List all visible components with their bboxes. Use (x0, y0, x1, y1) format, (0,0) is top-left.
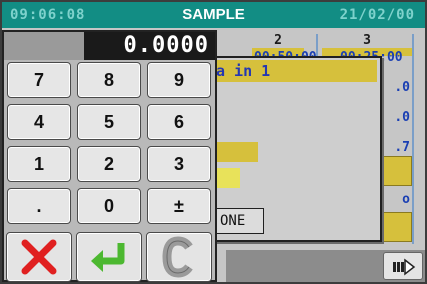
key-8[interactable]: 8 (77, 62, 141, 98)
popup-title: a in 1 (212, 60, 377, 82)
key-3[interactable]: 3 (147, 146, 211, 182)
key-0[interactable]: 0 (77, 188, 141, 224)
header-date: 21/02/00 (339, 7, 415, 23)
key-decimal[interactable]: . (7, 188, 71, 224)
table-row[interactable] (380, 212, 412, 242)
display-value: 0.0000 (84, 32, 215, 60)
key-4[interactable]: 4 (7, 104, 71, 140)
column-number: 3 (363, 33, 371, 48)
key-5[interactable]: 5 (77, 104, 141, 140)
key-2[interactable]: 2 (77, 146, 141, 182)
numeric-keypad: 0.0000 7 8 9 4 5 6 1 2 3 . 0 ± (2, 30, 217, 282)
table-cell: o (402, 192, 410, 207)
bottom-status-strip (226, 250, 425, 282)
keypad-display: 0.0000 (4, 32, 215, 60)
cancel-button[interactable] (6, 232, 72, 282)
enter-button[interactable] (76, 232, 142, 282)
display-indicator (4, 32, 84, 60)
column-number: 2 (274, 33, 282, 48)
table-divider (412, 34, 414, 244)
table-cell: .0 (394, 80, 410, 95)
popup-window: a in 1 ONE (210, 56, 382, 242)
table-row[interactable] (380, 156, 412, 186)
cancel-x-icon (21, 239, 57, 275)
popup-one-button[interactable]: ONE (214, 208, 264, 234)
next-page-icon (393, 258, 416, 276)
next-page-button[interactable] (383, 252, 423, 280)
key-7[interactable]: 7 (7, 62, 71, 98)
key-9[interactable]: 9 (147, 62, 211, 98)
table-cell: .0 (394, 110, 410, 125)
header-bar: 09:06:08 SAMPLE 21/02/00 (2, 2, 425, 28)
enter-arrow-icon (91, 243, 125, 272)
clear-button[interactable] (146, 232, 212, 282)
popup-field[interactable] (212, 142, 258, 162)
key-1[interactable]: 1 (7, 146, 71, 182)
key-plus-minus[interactable]: ± (147, 188, 211, 224)
clear-c-icon (162, 236, 193, 278)
key-6[interactable]: 6 (147, 104, 211, 140)
